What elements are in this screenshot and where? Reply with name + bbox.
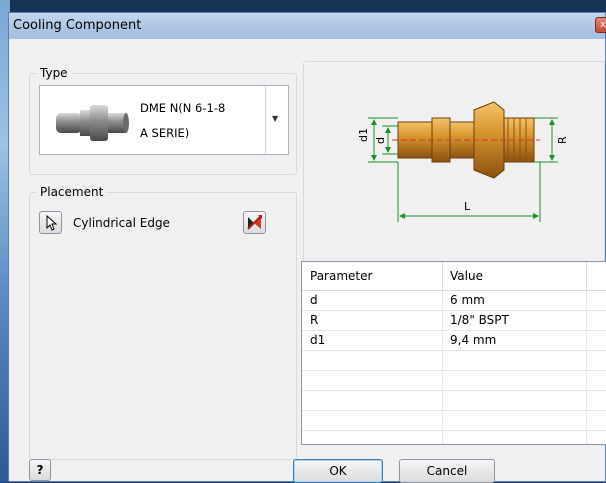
parameter-table-header: Parameter Value bbox=[302, 262, 606, 291]
header-separator bbox=[586, 262, 587, 290]
diagram-label-d: d bbox=[374, 137, 387, 144]
type-selector[interactable]: DME N(N 6-1-8 A SERIE) ▼ bbox=[39, 85, 289, 155]
title-bar[interactable]: Cooling Component x bbox=[9, 13, 606, 39]
parameter-value[interactable]: 1/8" BSPT bbox=[450, 313, 509, 327]
column-header-value[interactable]: Value bbox=[450, 269, 483, 283]
table-row-empty bbox=[302, 351, 606, 371]
component-diagram: d1 d R L bbox=[357, 101, 569, 222]
diagram-label-L: L bbox=[464, 200, 471, 213]
cooling-component-dialog: Cooling Component x Type DME N(N 6-1-8 A… bbox=[8, 12, 606, 483]
cancel-button-label: Cancel bbox=[426, 464, 468, 478]
parameter-name: d bbox=[310, 293, 318, 307]
dialog-title: Cooling Component bbox=[13, 18, 142, 33]
ok-button-label: OK bbox=[329, 464, 347, 478]
table-row-empty bbox=[302, 371, 606, 391]
cylindrical-edge-label: Cylindrical Edge bbox=[73, 216, 170, 230]
parameter-table[interactable]: Parameter Value d 6 mm R 1/8" BSPT d1 9,… bbox=[301, 261, 606, 445]
type-dropdown-arrow[interactable]: ▼ bbox=[265, 86, 288, 154]
type-name: DME N(N 6-1-8 A SERIE) bbox=[140, 101, 226, 140]
select-edge-button[interactable] bbox=[39, 211, 62, 234]
diagram-label-d1: d1 bbox=[357, 128, 370, 142]
parameter-value[interactable]: 6 mm bbox=[450, 293, 485, 307]
dialog-client: Type DME N(N 6-1-8 A SERIE) ▼ Placement … bbox=[9, 39, 606, 483]
table-row[interactable]: d1 9,4 mm bbox=[302, 331, 606, 351]
table-row[interactable]: d 6 mm bbox=[302, 291, 606, 311]
close-icon: x bbox=[600, 20, 606, 30]
desktop-background bbox=[0, 0, 606, 12]
help-button[interactable]: ? bbox=[29, 459, 51, 481]
table-row-empty bbox=[302, 391, 606, 411]
cancel-button[interactable]: Cancel bbox=[399, 459, 495, 483]
parameter-name: R bbox=[310, 313, 319, 327]
table-row[interactable]: R 1/8" BSPT bbox=[302, 311, 606, 331]
placement-group-label: Placement bbox=[37, 185, 107, 199]
parameter-name: d1 bbox=[310, 333, 326, 347]
parameter-value[interactable]: 9,4 mm bbox=[450, 333, 496, 347]
diagram-neck bbox=[449, 121, 475, 159]
component-preview: d1 d R L bbox=[303, 61, 605, 265]
type-group-label: Type bbox=[37, 66, 71, 80]
table-row-empty bbox=[302, 411, 606, 431]
connector-thumbnail-icon bbox=[56, 105, 129, 141]
help-icon: ? bbox=[36, 463, 44, 477]
cursor-arrow-icon bbox=[46, 214, 58, 231]
diagram-label-R: R bbox=[556, 136, 569, 144]
ok-button[interactable]: OK bbox=[293, 459, 383, 483]
flip-direction-icon bbox=[247, 215, 262, 230]
chevron-down-icon: ▼ bbox=[272, 114, 279, 123]
header-separator bbox=[442, 262, 443, 290]
flip-direction-button[interactable] bbox=[243, 211, 266, 234]
column-header-parameter[interactable]: Parameter bbox=[310, 269, 372, 283]
close-button[interactable]: x bbox=[595, 17, 606, 33]
